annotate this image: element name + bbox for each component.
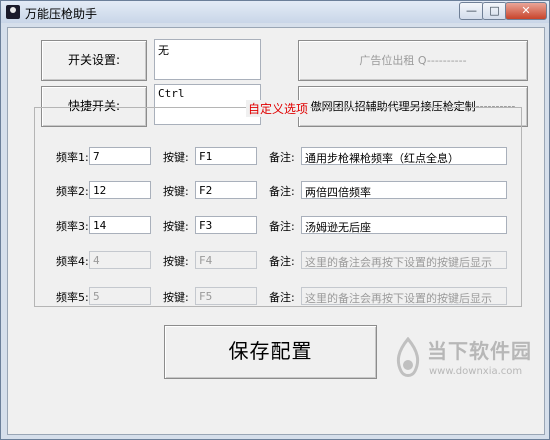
key-label: 按键: — [163, 255, 189, 268]
freq-label: 频率5: — [56, 291, 89, 304]
app-window: 万能压枪助手 — □ ✕ 开关设置: 无 快捷开关: Ctrl 广告位出租 Q-… — [0, 0, 550, 440]
watermark-text: 当下软件园 — [427, 339, 532, 363]
note-label: 备注: — [269, 255, 295, 268]
custom-options-title: 自定义选项 — [246, 100, 311, 117]
note-input[interactable]: 通用步枪裸枪频率（红点全息） — [301, 147, 507, 165]
freq-input[interactable]: 4 — [89, 251, 151, 269]
key-label: 按键: — [163, 291, 189, 304]
note-label: 备注: — [269, 291, 295, 304]
key-input[interactable]: F1 — [195, 147, 257, 165]
minimize-button[interactable]: — — [459, 2, 484, 20]
freq-input[interactable]: 14 — [89, 216, 151, 234]
note-label: 备注: — [269, 220, 295, 233]
key-label: 按键: — [163, 151, 189, 164]
freq-label: 频率1: — [56, 151, 89, 164]
note-label: 备注: — [269, 185, 295, 198]
note-input[interactable]: 两倍四倍频率 — [301, 181, 507, 199]
freq-input[interactable]: 5 — [89, 287, 151, 305]
ad-button[interactable]: 广告位出租 Q---------- — [298, 40, 528, 81]
switch-setting-button[interactable]: 开关设置: — [41, 40, 147, 81]
note-input[interactable]: 汤姆逊无后座 — [301, 216, 507, 234]
key-input[interactable]: F2 — [195, 181, 257, 199]
title-bar[interactable]: 万能压枪助手 — □ ✕ — [1, 1, 549, 23]
window-title: 万能压枪助手 — [25, 7, 98, 21]
switch-value-field[interactable]: 无 — [154, 39, 261, 80]
key-label: 按键: — [163, 185, 189, 198]
custom-options-group — [34, 107, 522, 307]
watermark-url: www.downxia.com — [429, 366, 523, 377]
note-input[interactable]: 这里的备注会再按下设置的按键后显示 — [301, 287, 507, 305]
freq-label: 频率3: — [56, 220, 89, 233]
key-input[interactable]: F3 — [195, 216, 257, 234]
key-label: 按键: — [163, 220, 189, 233]
freq-input[interactable]: 7 — [89, 147, 151, 165]
freq-input[interactable]: 12 — [89, 181, 151, 199]
watermark: 当下软件园 www.downxia.com — [389, 331, 534, 401]
close-button[interactable]: ✕ — [505, 2, 547, 20]
maximize-button[interactable]: □ — [482, 2, 507, 20]
key-input[interactable]: F4 — [195, 251, 257, 269]
app-icon — [6, 5, 20, 19]
save-config-button[interactable]: 保存配置 — [164, 325, 377, 379]
note-label: 备注: — [269, 151, 295, 164]
note-input[interactable]: 这里的备注会再按下设置的按键后显示 — [301, 251, 507, 269]
key-input[interactable]: F5 — [195, 287, 257, 305]
freq-label: 频率2: — [56, 185, 89, 198]
watermark-logo-icon — [396, 337, 420, 377]
freq-label: 频率4: — [56, 255, 89, 268]
